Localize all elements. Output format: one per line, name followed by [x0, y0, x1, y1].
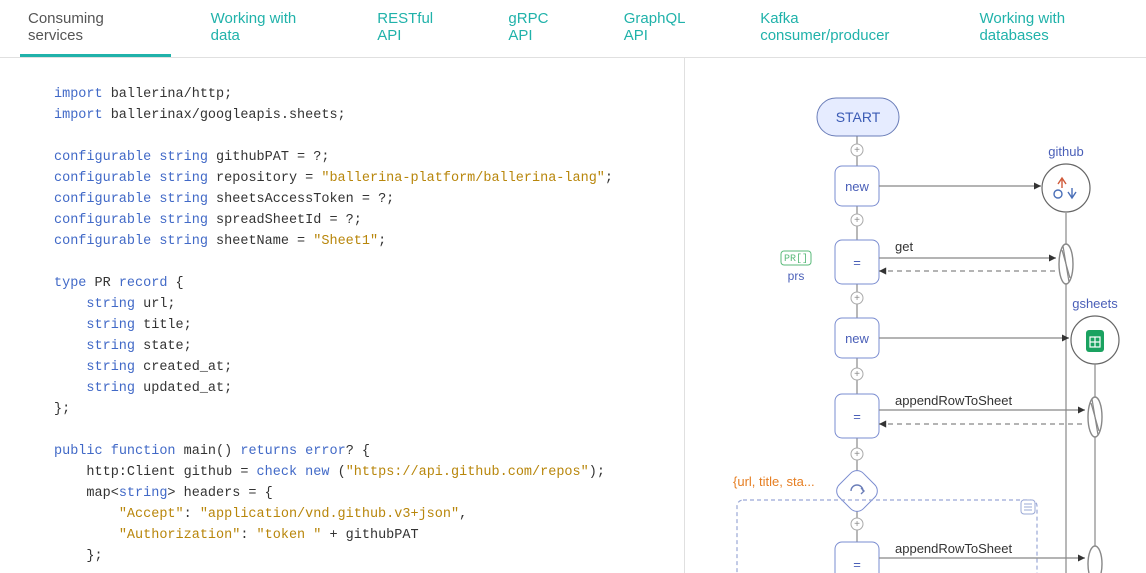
- diagram-pane: START + new github + PR[] prs =: [684, 58, 1146, 573]
- svg-text:new: new: [845, 331, 869, 346]
- tab-databases[interactable]: Working with databases: [971, 0, 1146, 57]
- tab-graphql-api[interactable]: GraphQL API: [616, 0, 720, 57]
- github-endpoint[interactable]: [1042, 164, 1090, 212]
- svg-text:+: +: [854, 449, 860, 460]
- github-label: github: [1048, 144, 1083, 159]
- tab-consuming-services[interactable]: Consuming services: [20, 0, 171, 57]
- code-pane: import ballerina/http; import ballerinax…: [0, 58, 684, 573]
- tab-restful-api[interactable]: RESTful API: [369, 0, 468, 57]
- svg-text:+: +: [854, 519, 860, 530]
- svg-text:=: =: [853, 557, 861, 572]
- tab-working-with-data[interactable]: Working with data: [203, 0, 338, 57]
- appendrow-label-2: appendRowToSheet: [895, 541, 1012, 556]
- svg-text:PR[]: PR[]: [784, 253, 808, 265]
- code-block: import ballerina/http; import ballerinax…: [54, 84, 648, 567]
- start-text: START: [836, 109, 881, 125]
- svg-text:=: =: [853, 255, 861, 270]
- iter-text: {url, title, sta...: [733, 474, 815, 489]
- tab-grpc-api[interactable]: gRPC API: [500, 0, 583, 57]
- appendrow-label-1: appendRowToSheet: [895, 393, 1012, 408]
- gsheets-label: gsheets: [1072, 296, 1118, 311]
- tabs-bar: Consuming services Working with data RES…: [0, 0, 1146, 58]
- diagram-svg: START + new github + PR[] prs =: [685, 58, 1146, 573]
- svg-text:+: +: [854, 293, 860, 304]
- get-label: get: [895, 239, 913, 254]
- loop-box: [737, 500, 1037, 573]
- svg-text:new: new: [845, 179, 869, 194]
- svg-text:=: =: [853, 409, 861, 424]
- prs-label: prs: [788, 269, 805, 283]
- svg-text:+: +: [854, 215, 860, 226]
- tab-kafka[interactable]: Kafka consumer/producer: [752, 0, 939, 57]
- svg-text:+: +: [854, 145, 860, 156]
- svg-text:+: +: [854, 369, 860, 380]
- iterator-node[interactable]: [833, 467, 881, 515]
